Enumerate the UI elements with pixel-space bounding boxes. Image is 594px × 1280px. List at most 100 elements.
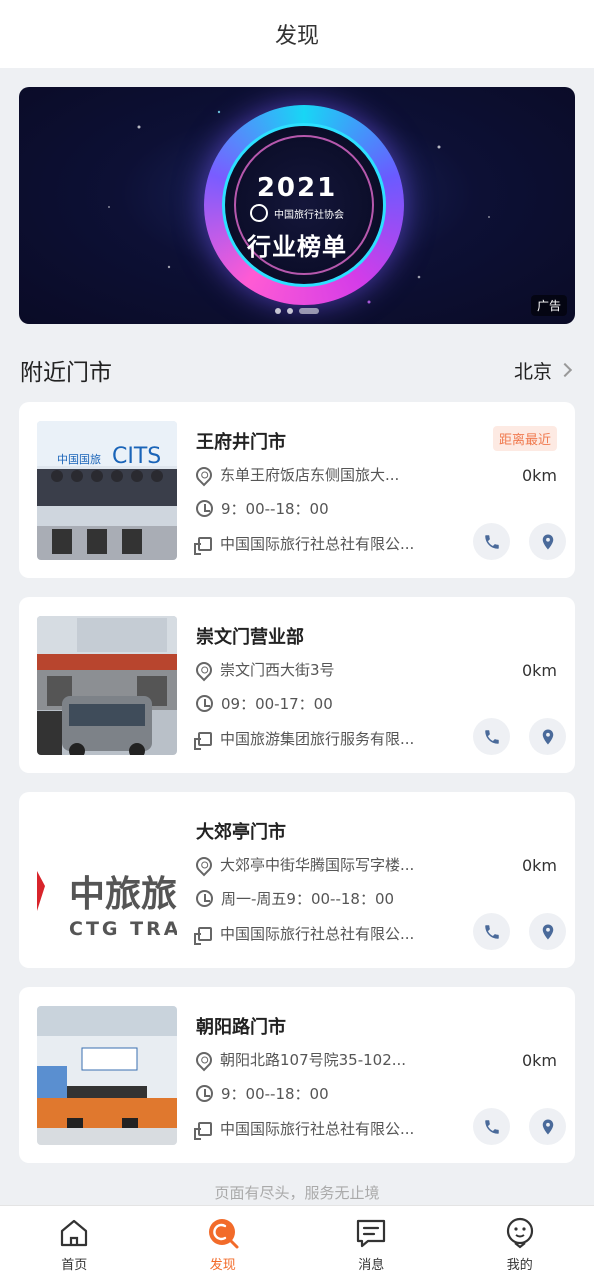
store-hours: 09：00-17：00: [196, 693, 333, 714]
store-name: 崇文门营业部: [196, 627, 304, 648]
hours-text: 9：00--18：00: [221, 500, 329, 518]
store-photo: [37, 1006, 177, 1145]
association-logo-icon: [250, 204, 268, 222]
store-distance: 0km: [521, 466, 557, 485]
store-hours: 9：00--18：00: [196, 498, 329, 519]
map-pin-icon: [542, 729, 553, 744]
store-distance: 0km: [521, 856, 557, 875]
store-address: 大郊亭中街华腾国际写字楼...: [192, 853, 415, 876]
phone-icon: [484, 534, 499, 549]
navigate-button[interactable]: [529, 913, 566, 950]
ad-label: 广告: [530, 295, 567, 316]
store-address: 东单王府饭店东侧国旅大...: [192, 463, 400, 486]
carousel-dot[interactable]: [275, 308, 281, 314]
clock-icon: [196, 695, 213, 712]
tab-profile[interactable]: 我的: [446, 1206, 594, 1280]
discover-icon: [208, 1219, 239, 1249]
store-company: 中国国际旅行社总社有限公...: [194, 533, 415, 555]
store-company: 中国旅游集团旅行服务有限...: [194, 728, 415, 750]
store-company: 中国国际旅行社总社有限公...: [194, 1118, 415, 1140]
city-name: 北京: [513, 360, 552, 383]
carousel-indicator: [19, 308, 575, 314]
store-card[interactable]: 朝阳路门市 朝阳北路107号院35-102... 0km 9：00--18：00…: [19, 987, 575, 1163]
clock-icon: [196, 500, 213, 517]
call-button[interactable]: [473, 523, 510, 560]
message-icon: [357, 1219, 386, 1248]
store-hours: 9：00--18：00: [196, 1083, 329, 1104]
tab-home[interactable]: 首页: [0, 1206, 149, 1280]
location-pin-icon: [192, 658, 216, 681]
store-distance: 0km: [521, 1051, 557, 1070]
bottom-tab-bar: 首页 发现 消息 我的: [0, 1205, 594, 1280]
company-text: 中国国际旅行社总社有限公...: [220, 535, 415, 553]
cits-sign-cn: 中国国旅: [57, 452, 101, 466]
banner-subtitle: 行业榜单: [247, 233, 347, 261]
section-title: 附近门市: [20, 360, 112, 386]
banner-association: 中国旅行社协会: [19, 204, 575, 222]
phone-icon: [484, 729, 499, 744]
carousel-dot[interactable]: [287, 308, 293, 314]
banner-year: 2021: [256, 173, 338, 203]
store-card[interactable]: CITS 中国国旅 王府井门市 距离最近 东单王府饭店东侧国旅大... 0km …: [19, 402, 575, 578]
store-hours: 周一-周五9：00--18：00: [196, 888, 394, 909]
building-icon: [194, 1121, 212, 1140]
building-icon: [194, 731, 212, 750]
navigate-button[interactable]: [529, 718, 566, 755]
carousel-dot-active[interactable]: [299, 308, 319, 314]
store-distance: 0km: [521, 661, 557, 680]
store-photo: [37, 616, 177, 755]
tab-label: 我的: [506, 1258, 533, 1273]
tab-label: 首页: [61, 1258, 88, 1273]
city-selector[interactable]: 北京: [514, 357, 576, 384]
company-text: 中国旅游集团旅行服务有限...: [220, 730, 415, 748]
chevron-right-icon: [557, 362, 573, 378]
store-name: 大郊亭门市: [196, 822, 286, 843]
promo-banner[interactable]: 2021 中国旅行社协会 行业榜单 广告: [19, 87, 575, 324]
clock-icon: [196, 890, 213, 907]
nearest-badge: 距离最近: [492, 426, 557, 451]
call-button[interactable]: [473, 1108, 510, 1145]
store-name: 王府井门市: [196, 432, 286, 453]
association-name: 中国旅行社协会: [274, 209, 344, 221]
phone-icon: [484, 1119, 499, 1134]
company-text: 中国国际旅行社总社有限公...: [220, 925, 415, 943]
nearby-stores-header: 附近门市 北京: [20, 352, 576, 388]
page-title: 发现: [274, 24, 319, 49]
cits-sign-text: CITS: [112, 444, 161, 469]
map-pin-icon: [542, 534, 553, 549]
tab-label: 消息: [358, 1258, 385, 1273]
store-card[interactable]: 中旅旅 CTG TRA 大郊亭门市 大郊亭中街华腾国际写字楼... 0km 周一…: [19, 792, 575, 968]
ctg-logo-cn: 中旅旅: [69, 874, 177, 915]
tab-discover[interactable]: 发现: [149, 1206, 298, 1280]
company-text: 中国国际旅行社总社有限公...: [220, 1120, 415, 1138]
store-name: 朝阳路门市: [196, 1017, 286, 1038]
clock-icon: [196, 1085, 213, 1102]
tab-messages[interactable]: 消息: [297, 1206, 446, 1280]
store-company: 中国国际旅行社总社有限公...: [194, 923, 415, 945]
call-button[interactable]: [473, 913, 510, 950]
store-photo: CITS 中国国旅: [37, 421, 177, 560]
address-text: 崇文门西大街3号: [220, 661, 335, 679]
building-icon: [194, 926, 212, 945]
location-pin-icon: [192, 463, 216, 486]
location-pin-icon: [192, 1048, 216, 1071]
top-bar: 发现: [0, 0, 594, 68]
ctg-logo-en: CTG TRA: [69, 918, 177, 940]
address-text: 朝阳北路107号院35-102...: [220, 1051, 407, 1069]
address-text: 大郊亭中街华腾国际写字楼...: [220, 856, 415, 874]
hours-text: 周一-周五9：00--18：00: [221, 890, 395, 908]
navigate-button[interactable]: [529, 1108, 566, 1145]
navigate-button[interactable]: [529, 523, 566, 560]
store-address: 朝阳北路107号院35-102...: [192, 1048, 407, 1071]
tab-label: 发现: [209, 1258, 236, 1273]
map-pin-icon: [542, 924, 553, 939]
building-icon: [194, 536, 212, 555]
profile-icon: [506, 1217, 533, 1249]
hours-text: 09：00-17：00: [221, 695, 333, 713]
phone-icon: [484, 924, 499, 939]
address-text: 东单王府饭店东侧国旅大...: [220, 466, 400, 484]
hours-text: 9：00--18：00: [221, 1085, 329, 1103]
store-card[interactable]: 崇文门营业部 崇文门西大街3号 0km 09：00-17：00 中国旅游集团旅行…: [19, 597, 575, 773]
call-button[interactable]: [473, 718, 510, 755]
store-photo: 中旅旅 CTG TRA: [37, 811, 177, 950]
